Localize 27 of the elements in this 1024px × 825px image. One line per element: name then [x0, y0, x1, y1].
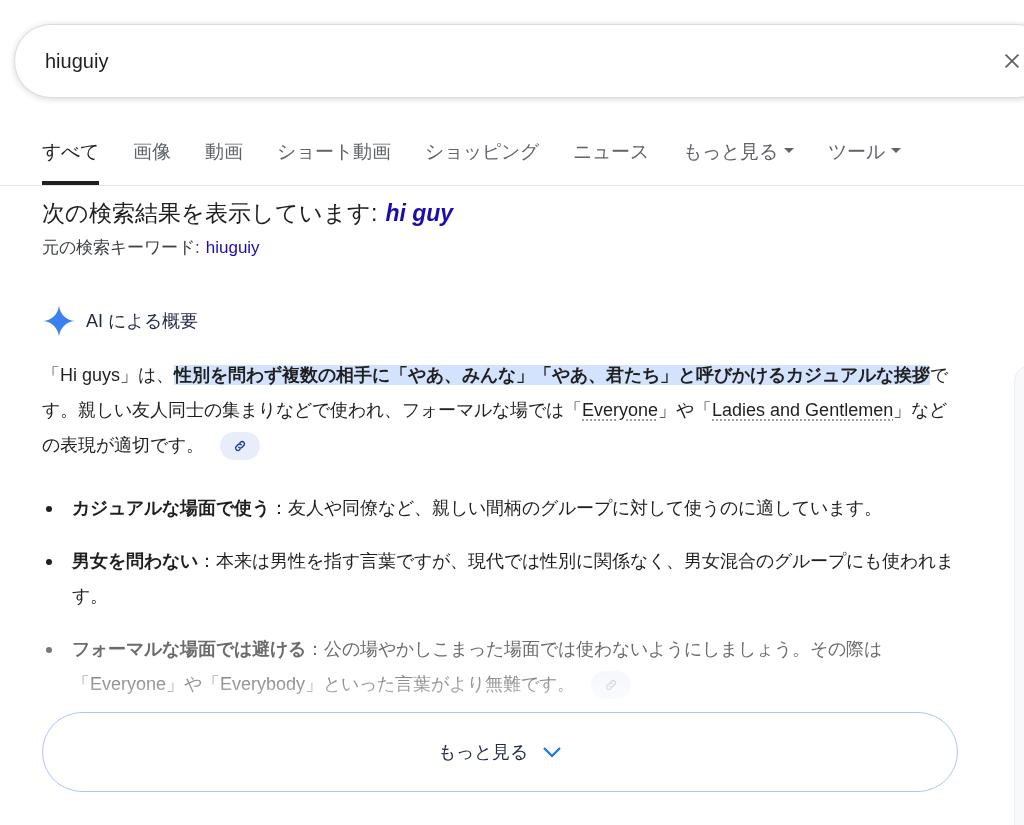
original-query-label: 元の検索キーワード:	[42, 236, 200, 259]
corrected-query-link[interactable]: hi guy	[385, 196, 454, 231]
search-field[interactable]: hiuguiy	[14, 24, 1024, 98]
search-tab[interactable]: もっと見る	[683, 136, 794, 185]
overview-bullet: カジュアルな場面で使う：友人や同僚など、親しい間柄のグループに対して使うのに適しています。	[42, 491, 962, 526]
search-tab[interactable]: 画像	[133, 136, 171, 185]
search-tab[interactable]: ショート動画	[277, 136, 391, 185]
search-query: hiuguiy	[45, 49, 109, 74]
search-tab[interactable]: ニュース	[573, 136, 649, 185]
link-button[interactable]	[220, 432, 260, 461]
link-icon	[604, 678, 619, 693]
search-tab[interactable]: ツール	[828, 136, 901, 185]
ai-overview-title: AI による概要	[86, 309, 198, 333]
overview-bullet: 男女を問わない：本来は男性を指す言葉ですが、現代では性別に関係なく、男女混合のグループにも使われます。	[42, 544, 962, 614]
show-more-button[interactable]: もっと見る	[42, 712, 958, 792]
chevron-down-icon	[542, 746, 562, 758]
search-tab[interactable]: すべて	[42, 136, 99, 185]
showing-results-label: 次の検索結果を表示しています:	[42, 199, 378, 228]
overview-paragraph: 「Hi guys」は、性別を問わず複数の相手に「やあ、みんな」「やあ、君たち」と呼びかけるカジュアルな挨拶です。親しい友人同士の集まりなどで使われ、フォーマルな場では「Everyone」や「Ladies and Gentlemen」などの表現が適切です。	[42, 358, 962, 463]
caret-icon	[891, 148, 901, 154]
overview-bullet: フォーマルな場面では避ける：公の場やかしこまった場面では使わないようにしましょう。その際は「Everyone」や「Everybody」といった言葉がより無難です。	[42, 632, 962, 702]
original-query-link[interactable]: hiuguiy	[205, 234, 260, 260]
search-tab[interactable]: ショッピング	[425, 136, 539, 185]
search-tab[interactable]: 動画	[205, 136, 243, 185]
link-icon	[233, 439, 247, 454]
caret-icon	[784, 148, 794, 154]
sparkle-icon	[42, 304, 76, 338]
